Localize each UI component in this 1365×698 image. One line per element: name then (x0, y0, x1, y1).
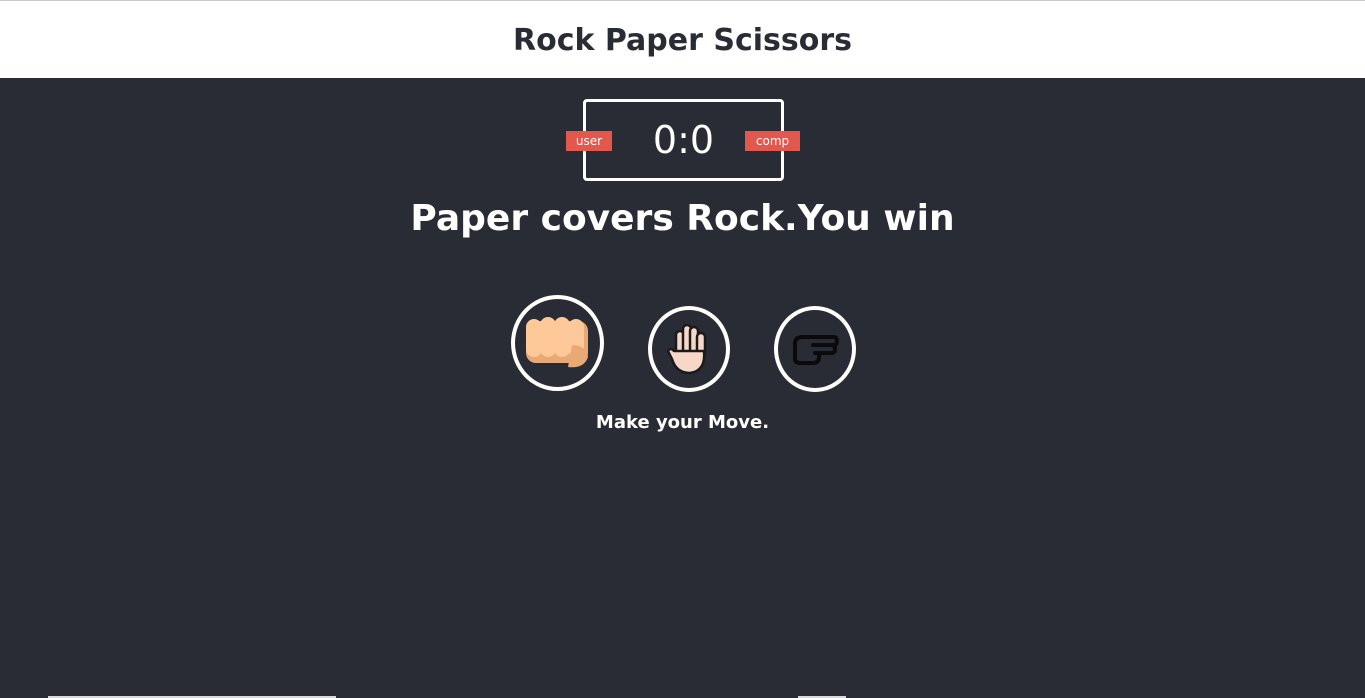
comp-badge: comp (745, 131, 800, 151)
raised-hand-icon (666, 323, 707, 375)
result-message: Paper covers Rock.You win (410, 198, 955, 239)
page-title: Rock Paper Scissors (512, 23, 853, 58)
rock-button[interactable] (511, 295, 604, 391)
move-prompt: Make your Move. (595, 412, 770, 433)
app-header: Rock Paper Scissors (0, 1, 1365, 78)
scissors-button[interactable] (774, 306, 856, 392)
pointing-hand-icon (793, 335, 839, 365)
fist-icon (525, 317, 588, 368)
paper-button[interactable] (648, 306, 730, 392)
user-badge: user (566, 131, 612, 151)
